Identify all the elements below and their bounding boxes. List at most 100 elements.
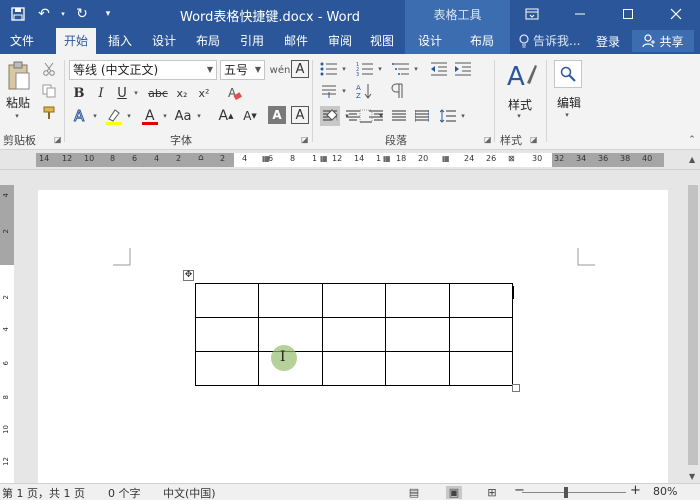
tab-insert[interactable]: 插入 bbox=[100, 28, 140, 54]
chinese-layout-dropdown-icon[interactable]: ▾ bbox=[340, 82, 348, 100]
highlight-dropdown-icon[interactable]: ▾ bbox=[125, 106, 133, 126]
scroll-down-icon[interactable]: ▼ bbox=[689, 472, 695, 481]
clear-formatting-icon[interactable]: A bbox=[224, 84, 244, 102]
font-dialog-launcher-icon[interactable]: ◪ bbox=[301, 135, 309, 144]
font-name-combobox[interactable]: 等线 (中文正文) ▼ bbox=[69, 60, 217, 80]
underline-button[interactable]: U bbox=[113, 84, 131, 102]
underline-dropdown-icon[interactable]: ▾ bbox=[132, 84, 140, 102]
character-border-button[interactable]: A bbox=[291, 106, 309, 124]
table-cell[interactable] bbox=[448, 351, 513, 386]
minimize-button[interactable] bbox=[556, 0, 604, 28]
table-cell[interactable] bbox=[258, 283, 323, 318]
scroll-up-icon[interactable]: ▲ bbox=[689, 155, 695, 164]
right-indent-marker-icon[interactable]: ⊠ bbox=[508, 154, 515, 163]
font-size-combobox[interactable]: 五号 ▼ bbox=[220, 60, 265, 80]
maximize-button[interactable] bbox=[604, 0, 652, 28]
horizontal-ruler[interactable]: 14 12 10 8 6 4 2 ⌂ 2 4 ▦ 6 8 1 ▦ 12 14 1… bbox=[36, 153, 664, 167]
subscript-button[interactable]: x₂ bbox=[172, 84, 192, 102]
tab-mailings[interactable]: 邮件 bbox=[276, 28, 316, 54]
increase-indent-icon[interactable] bbox=[452, 60, 474, 78]
web-layout-icon[interactable]: ⊞ bbox=[484, 486, 500, 499]
table-cell[interactable] bbox=[194, 317, 260, 352]
tab-file[interactable]: 文件 bbox=[0, 28, 44, 54]
zoom-slider[interactable] bbox=[522, 492, 626, 493]
character-shading-button[interactable]: A bbox=[268, 106, 286, 124]
redo-icon[interactable]: ↻ bbox=[70, 3, 94, 25]
strikethrough-button[interactable]: abc bbox=[146, 84, 170, 102]
scrollbar-thumb[interactable] bbox=[688, 185, 698, 465]
column-marker-icon[interactable]: ▦ bbox=[442, 154, 450, 163]
table-cell[interactable] bbox=[194, 351, 260, 386]
vertical-ruler[interactable]: 4 2 2 4 6 8 10 12 bbox=[0, 185, 14, 485]
paste-label[interactable]: 粘贴 bbox=[6, 94, 30, 111]
borders-dropdown-icon[interactable]: ▾ bbox=[377, 106, 385, 126]
close-button[interactable] bbox=[652, 0, 700, 28]
table-cell[interactable] bbox=[321, 283, 387, 318]
tab-table-design[interactable]: 设计 bbox=[410, 28, 450, 54]
tab-layout[interactable]: 布局 bbox=[188, 28, 228, 54]
line-spacing-icon[interactable] bbox=[438, 106, 458, 126]
numbering-icon[interactable]: 123 bbox=[354, 60, 376, 78]
table-cell[interactable] bbox=[385, 351, 450, 386]
paragraph-dialog-launcher-icon[interactable]: ◪ bbox=[484, 135, 492, 144]
indent-marker-icon[interactable]: ⌂ bbox=[198, 153, 204, 163]
shading-icon[interactable] bbox=[322, 106, 342, 126]
paste-icon[interactable] bbox=[6, 60, 32, 92]
zoom-level[interactable]: 80% bbox=[653, 485, 677, 498]
table-cell[interactable] bbox=[321, 351, 387, 386]
highlight-icon[interactable] bbox=[104, 106, 124, 126]
language-status[interactable]: 中文(中国) bbox=[163, 485, 216, 500]
cut-icon[interactable] bbox=[40, 60, 58, 78]
format-painter-icon[interactable] bbox=[40, 104, 58, 122]
undo-icon[interactable]: ↶ bbox=[32, 3, 56, 25]
table-cell[interactable] bbox=[385, 317, 450, 352]
bold-button[interactable]: B bbox=[70, 84, 88, 102]
show-hide-marks-icon[interactable] bbox=[386, 82, 408, 100]
tab-table-layout[interactable]: 布局 bbox=[462, 28, 502, 54]
decrease-indent-icon[interactable] bbox=[428, 60, 450, 78]
table-cell[interactable] bbox=[385, 283, 450, 318]
zoom-slider-thumb[interactable] bbox=[564, 487, 568, 498]
multilevel-dropdown-icon[interactable]: ▾ bbox=[412, 60, 420, 78]
copy-icon[interactable] bbox=[40, 82, 58, 100]
ribbon-display-options-icon[interactable] bbox=[508, 0, 556, 28]
enclose-characters-icon[interactable]: A bbox=[291, 60, 309, 78]
table-cell[interactable] bbox=[448, 317, 513, 352]
qat-dropdown-icon[interactable]: ▾ bbox=[58, 3, 68, 25]
borders-icon[interactable] bbox=[356, 106, 376, 126]
find-icon[interactable] bbox=[554, 60, 582, 88]
superscript-button[interactable]: x² bbox=[194, 84, 214, 102]
sort-icon[interactable]: AZ bbox=[354, 82, 376, 100]
editing-dropdown-icon[interactable]: ▾ bbox=[562, 110, 572, 120]
change-case-button[interactable]: Aa bbox=[172, 106, 194, 126]
word-count-status[interactable]: 0 个字 bbox=[108, 485, 141, 500]
bullets-dropdown-icon[interactable]: ▾ bbox=[340, 60, 348, 78]
bullets-icon[interactable] bbox=[318, 60, 340, 78]
text-effects-dropdown-icon[interactable]: ▾ bbox=[91, 106, 99, 126]
customize-qat-icon[interactable]: ▾ bbox=[96, 3, 120, 25]
tab-home[interactable]: 开始 bbox=[56, 28, 96, 54]
chinese-layout-icon[interactable] bbox=[318, 82, 340, 100]
table[interactable] bbox=[194, 283, 513, 386]
clipboard-dialog-launcher-icon[interactable]: ◪ bbox=[54, 135, 62, 144]
share-button[interactable]: 共享 bbox=[632, 30, 694, 52]
shading-dropdown-icon[interactable]: ▾ bbox=[343, 106, 351, 126]
table-move-handle-icon[interactable]: ✥ bbox=[183, 270, 194, 281]
zoom-in-button[interactable]: + bbox=[630, 483, 641, 498]
paste-dropdown-icon[interactable]: ▾ bbox=[4, 111, 30, 121]
table-resize-handle-icon[interactable] bbox=[512, 384, 520, 392]
tell-me-box[interactable]: 告诉我... bbox=[518, 32, 580, 49]
sign-in-link[interactable]: 登录 bbox=[596, 33, 620, 50]
phonetic-guide-icon[interactable]: wén bbox=[270, 60, 291, 80]
tab-view[interactable]: 视图 bbox=[362, 28, 402, 54]
zoom-out-button[interactable]: − bbox=[514, 483, 525, 498]
editing-label[interactable]: 编辑 bbox=[557, 94, 581, 111]
print-layout-icon[interactable]: ▣ bbox=[446, 486, 462, 499]
numbering-dropdown-icon[interactable]: ▾ bbox=[376, 60, 384, 78]
font-color-icon[interactable]: A bbox=[140, 106, 160, 126]
collapse-ribbon-icon[interactable]: ⌃ bbox=[686, 134, 698, 146]
distributed-button[interactable] bbox=[412, 106, 432, 126]
grow-font-icon[interactable]: A ▲ bbox=[216, 106, 236, 126]
text-effects-icon[interactable]: A bbox=[70, 106, 90, 126]
save-icon[interactable] bbox=[6, 3, 30, 25]
